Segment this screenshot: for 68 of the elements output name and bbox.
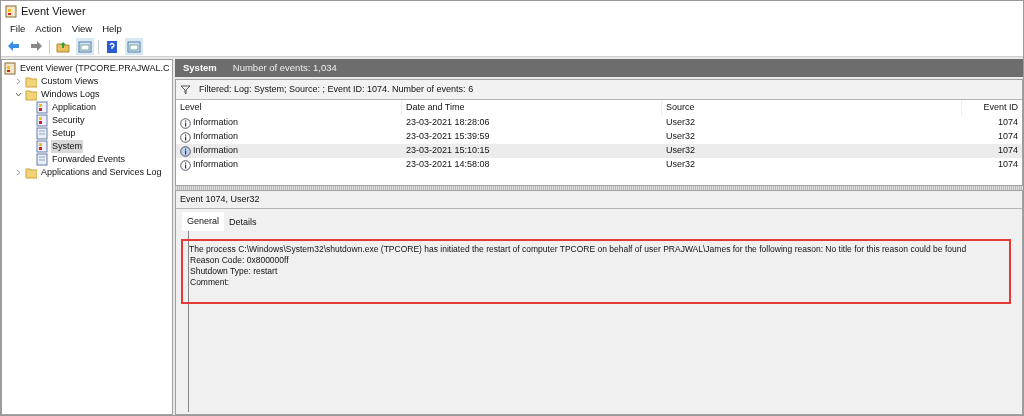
- info-icon: [180, 159, 191, 171]
- event-viewer-icon: [4, 62, 16, 75]
- table-cell-text: 1074: [996, 144, 1019, 158]
- tree-item[interactable]: Security: [51, 113, 86, 128]
- log-icon: [36, 153, 48, 166]
- tree-item[interactable]: Forwarded Events: [51, 152, 127, 167]
- table-cell: Information: [193, 144, 239, 158]
- tree-item[interactable]: System: [51, 139, 83, 154]
- table-cell: Information: [193, 116, 239, 130]
- column-header[interactable]: Date and Time: [402, 100, 662, 116]
- table-row[interactable]: Information 23-03-2021 14:58:08 User32 1074: [176, 158, 1022, 172]
- column-header[interactable]: Source: [662, 100, 962, 116]
- log-icon: [36, 127, 48, 140]
- log-icon: [36, 114, 48, 127]
- table-cell-text: 23-03-2021 15:39:59: [405, 130, 491, 144]
- table-row[interactable]: Information 23-03-2021 15:10:15 User32 1074: [176, 144, 1022, 158]
- panel-icon: [78, 39, 92, 54]
- log-icon: [36, 140, 48, 153]
- menu-item[interactable]: View: [66, 21, 98, 37]
- event-description-line: The process C:\Windows\System32\shutdown.exe (TPCORE) has initiated the restart of computer TPCORE on behalf of user PRAJWAL\James for the following reason: No title for this reason could be found: [189, 244, 968, 255]
- table-cell: Information: [193, 158, 239, 172]
- tree-item[interactable]: Applications and Services Log: [40, 165, 163, 180]
- table-cell-text: 23-03-2021 14:58:08: [405, 158, 491, 172]
- table-row[interactable]: Information 23-03-2021 18:28:06 User32 1074: [176, 116, 1022, 130]
- table-cell-text: 1074: [996, 158, 1019, 172]
- info-icon: [180, 145, 191, 157]
- tree-item[interactable]: Setup: [51, 126, 77, 141]
- folder-icon: [25, 88, 37, 101]
- folder-icon: [56, 39, 70, 54]
- tree-item[interactable]: Custom Views: [40, 74, 100, 89]
- table-cell-text: User32: [665, 130, 696, 144]
- menu-item[interactable]: Action: [30, 21, 67, 37]
- menu-item[interactable]: File: [5, 21, 31, 37]
- forward-arrow-icon: [29, 39, 43, 54]
- event-title: Event 1074, User32: [180, 192, 260, 206]
- table-cell-text: User32: [665, 144, 696, 158]
- app-icon: [5, 4, 17, 18]
- tab[interactable]: General: [182, 212, 225, 231]
- panel-icon: [127, 39, 141, 54]
- menu-item[interactable]: Help: [97, 21, 127, 37]
- window-title: Event Viewer: [21, 3, 86, 19]
- folder-icon: [25, 166, 37, 179]
- event-description-line: Shutdown Type: restart: [189, 266, 279, 277]
- column-header[interactable]: Level: [176, 100, 402, 116]
- event-description-line: Reason Code: 0x800000ff: [189, 255, 290, 266]
- event-count: Number of events: 1,034: [232, 60, 337, 75]
- tab[interactable]: Details: [224, 215, 262, 231]
- log-title: System: [183, 60, 217, 75]
- table-cell-text: 23-03-2021 15:10:15: [405, 144, 491, 158]
- table-cell-text: 23-03-2021 18:28:06: [405, 116, 491, 130]
- table-cell-text: User32: [665, 116, 696, 130]
- table-cell-text: 1074: [996, 130, 1019, 144]
- log-icon: [36, 101, 48, 114]
- tree-item[interactable]: Event Viewer (TPCORE.PRAJWAL.C: [19, 61, 171, 76]
- filter-description: Filtered: Log: System; Source: ; Event ID: 1074. Number of events: 6: [199, 82, 474, 96]
- tree-item[interactable]: Application: [51, 100, 98, 115]
- folder-icon: [25, 75, 37, 88]
- tree-item[interactable]: Windows Logs: [40, 87, 101, 102]
- column-header[interactable]: Event ID: [962, 100, 1022, 116]
- info-icon: [180, 117, 191, 129]
- table-row[interactable]: Information 23-03-2021 15:39:59 User32 1074: [176, 130, 1022, 144]
- event-description-line: Comment:: [189, 277, 231, 288]
- filter-icon: [180, 84, 191, 95]
- info-icon: [180, 131, 191, 143]
- table-cell: Information: [193, 130, 239, 144]
- help-icon: [105, 39, 119, 54]
- table-cell-text: User32: [665, 158, 696, 172]
- table-cell-text: 1074: [996, 116, 1019, 130]
